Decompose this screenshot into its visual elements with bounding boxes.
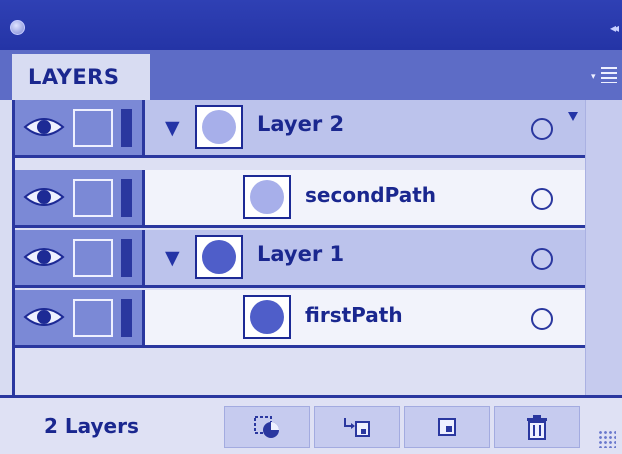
panel-tab-row: LAYERS ▾ [0, 50, 622, 100]
row-divider [15, 285, 585, 288]
visibility-eye-icon[interactable] [23, 304, 65, 330]
layer-controls [15, 100, 145, 155]
lock-toggle[interactable] [73, 109, 113, 147]
path-thumbnail [243, 175, 291, 219]
thumbnail-shape [202, 240, 236, 274]
make-clipping-mask-icon [254, 416, 279, 438]
layer-row[interactable]: ▼ Layer 2 [15, 100, 585, 158]
layer-thumbnail [195, 235, 243, 279]
panel-close-icon[interactable] [10, 20, 25, 35]
lock-toggle[interactable] [73, 179, 113, 217]
visibility-eye-icon[interactable] [23, 244, 65, 270]
layer-row[interactable]: ▼ Layer 1 [15, 230, 585, 288]
create-new-layer-icon [438, 418, 456, 436]
layer-name[interactable]: Layer 2 [257, 112, 344, 136]
create-sublayer-icon [344, 418, 370, 437]
layer-controls [15, 170, 145, 225]
path-name[interactable]: firstPath [305, 303, 403, 327]
create-new-layer-button[interactable] [404, 406, 490, 448]
row-divider [15, 225, 585, 228]
thumbnail-shape [250, 300, 284, 334]
row-divider [15, 155, 585, 158]
target-circle-icon[interactable] [531, 248, 553, 270]
panel-footer: 2 Layers [0, 395, 622, 454]
selection-color-bar [121, 179, 132, 217]
expand-triangle-icon[interactable]: ▼ [165, 249, 180, 268]
visibility-eye-icon[interactable] [23, 114, 65, 140]
selection-color-bar [121, 109, 132, 147]
thumbnail-shape [202, 110, 236, 144]
thumbnail-shape [250, 180, 284, 214]
expand-triangle-icon[interactable]: ▼ [165, 119, 180, 138]
panel-title-bar[interactable]: ◂◂ [0, 0, 622, 50]
selection-color-bar [121, 299, 132, 337]
layer-controls [15, 230, 145, 285]
layer-count: 2 Layers [44, 414, 139, 438]
visibility-eye-icon[interactable] [23, 184, 65, 210]
delete-layer-button[interactable] [494, 406, 580, 448]
path-row[interactable]: secondPath [15, 170, 585, 228]
lock-toggle[interactable] [73, 239, 113, 277]
layer-name[interactable]: Layer 1 [257, 242, 344, 266]
collapse-panel-icon[interactable]: ◂◂ [610, 21, 619, 35]
make-clipping-mask-button[interactable] [224, 406, 310, 448]
panel-menu-icon[interactable]: ▾ [591, 66, 617, 86]
trash-icon [527, 415, 547, 440]
layer-thumbnail [195, 105, 243, 149]
lock-toggle[interactable] [73, 299, 113, 337]
resize-grip-icon[interactable] [598, 430, 616, 448]
selection-color-bar [121, 239, 132, 277]
layers-scrollbar[interactable] [585, 100, 622, 395]
path-thumbnail [243, 295, 291, 339]
create-sublayer-button[interactable] [314, 406, 400, 448]
target-circle-icon[interactable] [531, 188, 553, 210]
path-name[interactable]: secondPath [305, 183, 436, 207]
target-circle-icon[interactable] [531, 118, 553, 140]
current-layer-indicator-icon [568, 112, 578, 121]
tab-layers[interactable]: LAYERS [12, 54, 150, 100]
layer-controls [15, 290, 145, 345]
row-divider [15, 345, 585, 348]
target-circle-icon[interactable] [531, 308, 553, 330]
path-row[interactable]: firstPath [15, 290, 585, 348]
